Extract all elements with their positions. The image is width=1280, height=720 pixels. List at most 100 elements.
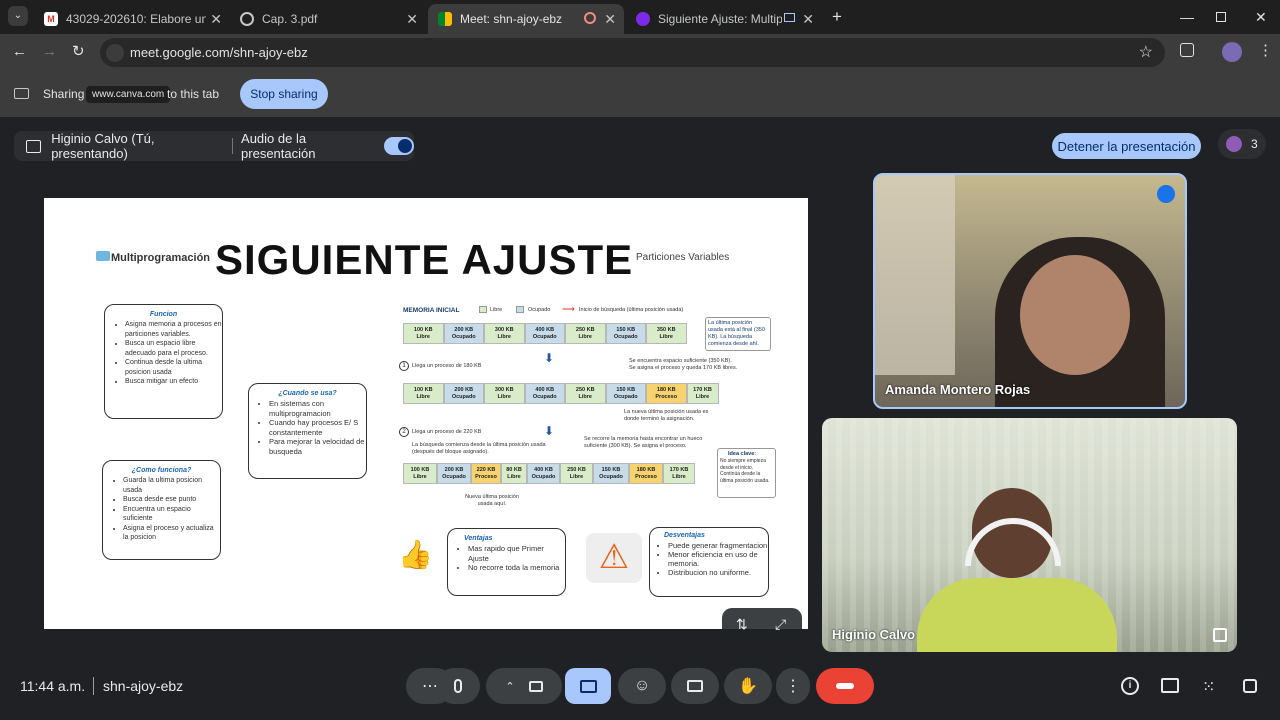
legend-libre-swatch — [479, 306, 487, 313]
step-2-note-a: La búsqueda comienza desde la última pos… — [412, 442, 546, 455]
memory-block: 150 KB Ocupado — [605, 383, 646, 404]
slide-subtitle: Particiones Variables — [636, 252, 730, 263]
memory-block: 400 KB Ocupado — [524, 383, 565, 404]
curtain-shape — [875, 175, 955, 375]
camera-button[interactable]: ⌃ — [486, 668, 562, 704]
mouse-cursor-icon — [788, 341, 794, 351]
memory-block: 180 KB Proceso — [646, 383, 687, 404]
close-tab-icon[interactable]: ✕ — [802, 11, 814, 28]
speaking-indicator-icon — [1157, 185, 1175, 203]
crop-icon[interactable] — [1213, 628, 1227, 642]
legend-libre: Libre — [490, 307, 503, 313]
site-info-icon[interactable] — [106, 44, 124, 62]
block-size: 80 KB — [506, 467, 522, 473]
participant-tile-amanda[interactable]: Amanda Montero Rojas — [873, 173, 1187, 409]
meet-icon — [438, 12, 452, 26]
block-state: Proceso — [635, 474, 657, 480]
presenter-label: Higinio Calvo (Tú, presentando) — [51, 131, 155, 161]
close-tab-icon[interactable]: ✕ — [210, 11, 222, 28]
microphone-button[interactable] — [436, 668, 480, 704]
speaker-icon — [397, 139, 412, 153]
chat-icon[interactable] — [1161, 678, 1179, 693]
slide-brand: Multiprogramación — [111, 252, 211, 264]
participant-name: Amanda Montero Rojas — [885, 382, 1031, 397]
tab-sharing-bar: Sharing www.canva.com to this tab Stop s… — [0, 71, 1280, 117]
block-size: 250 KB — [575, 387, 595, 393]
close-window-icon[interactable]: ✕ — [1255, 9, 1267, 26]
tab-canva[interactable]: Siguiente Ajuste: Multiprog ✕ — [626, 4, 822, 34]
minimize-icon[interactable]: — — [1180, 9, 1194, 25]
block-state: Libre — [413, 474, 427, 480]
tab-title: 43029-202610: Elabore un clip — [66, 12, 206, 26]
list-item: Cuando hay procesos E/ S constantemente — [269, 418, 366, 437]
recording-indicator-icon — [584, 12, 596, 24]
fullscreen-icon[interactable]: ⤢ — [775, 616, 786, 633]
step-2-note-b: Se recorre la memoria hasta encontrar un… — [584, 436, 703, 449]
extensions-icon[interactable] — [1180, 43, 1194, 57]
address-bar[interactable]: meet.google.com/shn-ajoy-ebz ☆ — [100, 38, 1165, 67]
participant-tile-higinio[interactable]: Higinio Calvo — [822, 418, 1237, 652]
chevron-up-icon: ⌃ — [505, 680, 515, 693]
meeting-code: shn-ajoy-ebz — [103, 678, 184, 694]
block-size: 180 KB — [636, 467, 656, 473]
tab-title: Meet: shn-ajoy-ebz — [460, 12, 563, 26]
swap-layout-icon[interactable]: ⇅ — [736, 616, 748, 633]
new-tab-icon[interactable]: + — [832, 7, 842, 27]
tab-gmail[interactable]: M 43029-202610: Elabore un clip ✕ — [34, 4, 230, 34]
captions-icon — [687, 680, 703, 692]
gmail-icon: M — [44, 12, 58, 26]
block-size: 400 KB — [534, 467, 553, 473]
block-size: 180 KB — [656, 387, 676, 393]
leave-call-button[interactable] — [816, 668, 874, 704]
captions-button[interactable] — [671, 668, 719, 704]
forward-icon[interactable]: → — [42, 43, 57, 60]
memory-block: 100 KB Libre — [403, 323, 444, 344]
more-actions-button[interactable]: ⋮ — [776, 668, 810, 704]
close-tab-icon[interactable]: ✕ — [604, 11, 616, 28]
close-tab-icon[interactable]: ✕ — [406, 11, 418, 28]
memory-block: 400 KB Ocupado — [527, 463, 560, 484]
raise-hand-button[interactable]: ✋ — [724, 668, 772, 704]
participants-button[interactable]: 3 — [1218, 129, 1266, 159]
maximize-icon[interactable] — [1216, 12, 1226, 22]
card-title: ¿Cuando se usa? — [278, 390, 337, 397]
screen-share-icon — [784, 13, 795, 22]
block-size: 300 KB — [494, 327, 514, 333]
hand-icon: ✋ — [738, 678, 758, 695]
block-state: Ocupado — [442, 474, 466, 480]
block-state: Ocupado — [531, 474, 556, 480]
audio-label: Audio de la presentación — [241, 131, 316, 161]
memory-block: 200 KB Ocupado — [443, 323, 484, 344]
block-size: 100 KB — [413, 327, 433, 333]
block-size: 100 KB — [410, 467, 430, 473]
meeting-info-icon[interactable]: i — [1121, 677, 1139, 695]
block-size: 220 KB — [476, 467, 496, 473]
memory-block: 250 KB Libre — [560, 463, 593, 484]
reactions-button[interactable]: ☺ — [618, 668, 666, 704]
stop-presenting-button[interactable]: Detener la presentación — [1052, 133, 1201, 159]
block-size: 350 KB — [656, 327, 676, 333]
present-button[interactable] — [565, 668, 611, 704]
face-shape — [1020, 255, 1130, 375]
block-state: Ocupado — [451, 394, 476, 400]
block-size: 150 KB — [616, 327, 636, 333]
tab-pdf[interactable]: Cap. 3.pdf ✕ — [230, 4, 426, 34]
host-controls-lock-icon[interactable] — [1243, 679, 1257, 693]
profile-avatar[interactable] — [1222, 42, 1242, 62]
bookmark-star-icon[interactable]: ☆ — [1139, 42, 1153, 62]
shirt-shape — [917, 578, 1117, 652]
back-icon[interactable]: ← — [12, 43, 27, 60]
tab-search-icon[interactable]: ⌄ — [8, 6, 28, 26]
tab-meet[interactable]: Meet: shn-ajoy-ebz ✕ — [428, 4, 624, 34]
reload-icon[interactable]: ↻ — [72, 42, 85, 60]
memory-block: 250 KB Libre — [565, 383, 606, 404]
activities-grid-icon[interactable]: ⁙ — [1202, 677, 1215, 697]
menu-kebab-icon[interactable]: ⋮ — [1258, 41, 1273, 59]
memory-block: 200 KB Ocupado — [443, 383, 484, 404]
cuando-card: ¿Cuando se usa? En sistemas con multipro… — [248, 383, 367, 479]
audio-toggle[interactable] — [383, 137, 414, 155]
block-size: 150 KB — [616, 387, 636, 393]
list-item: Busca mitigar un efecto — [125, 377, 222, 387]
ventajas-card: Ventajas Mas rapido que Primer Ajuste No… — [447, 528, 566, 596]
stop-sharing-button[interactable]: Stop sharing — [240, 79, 328, 109]
